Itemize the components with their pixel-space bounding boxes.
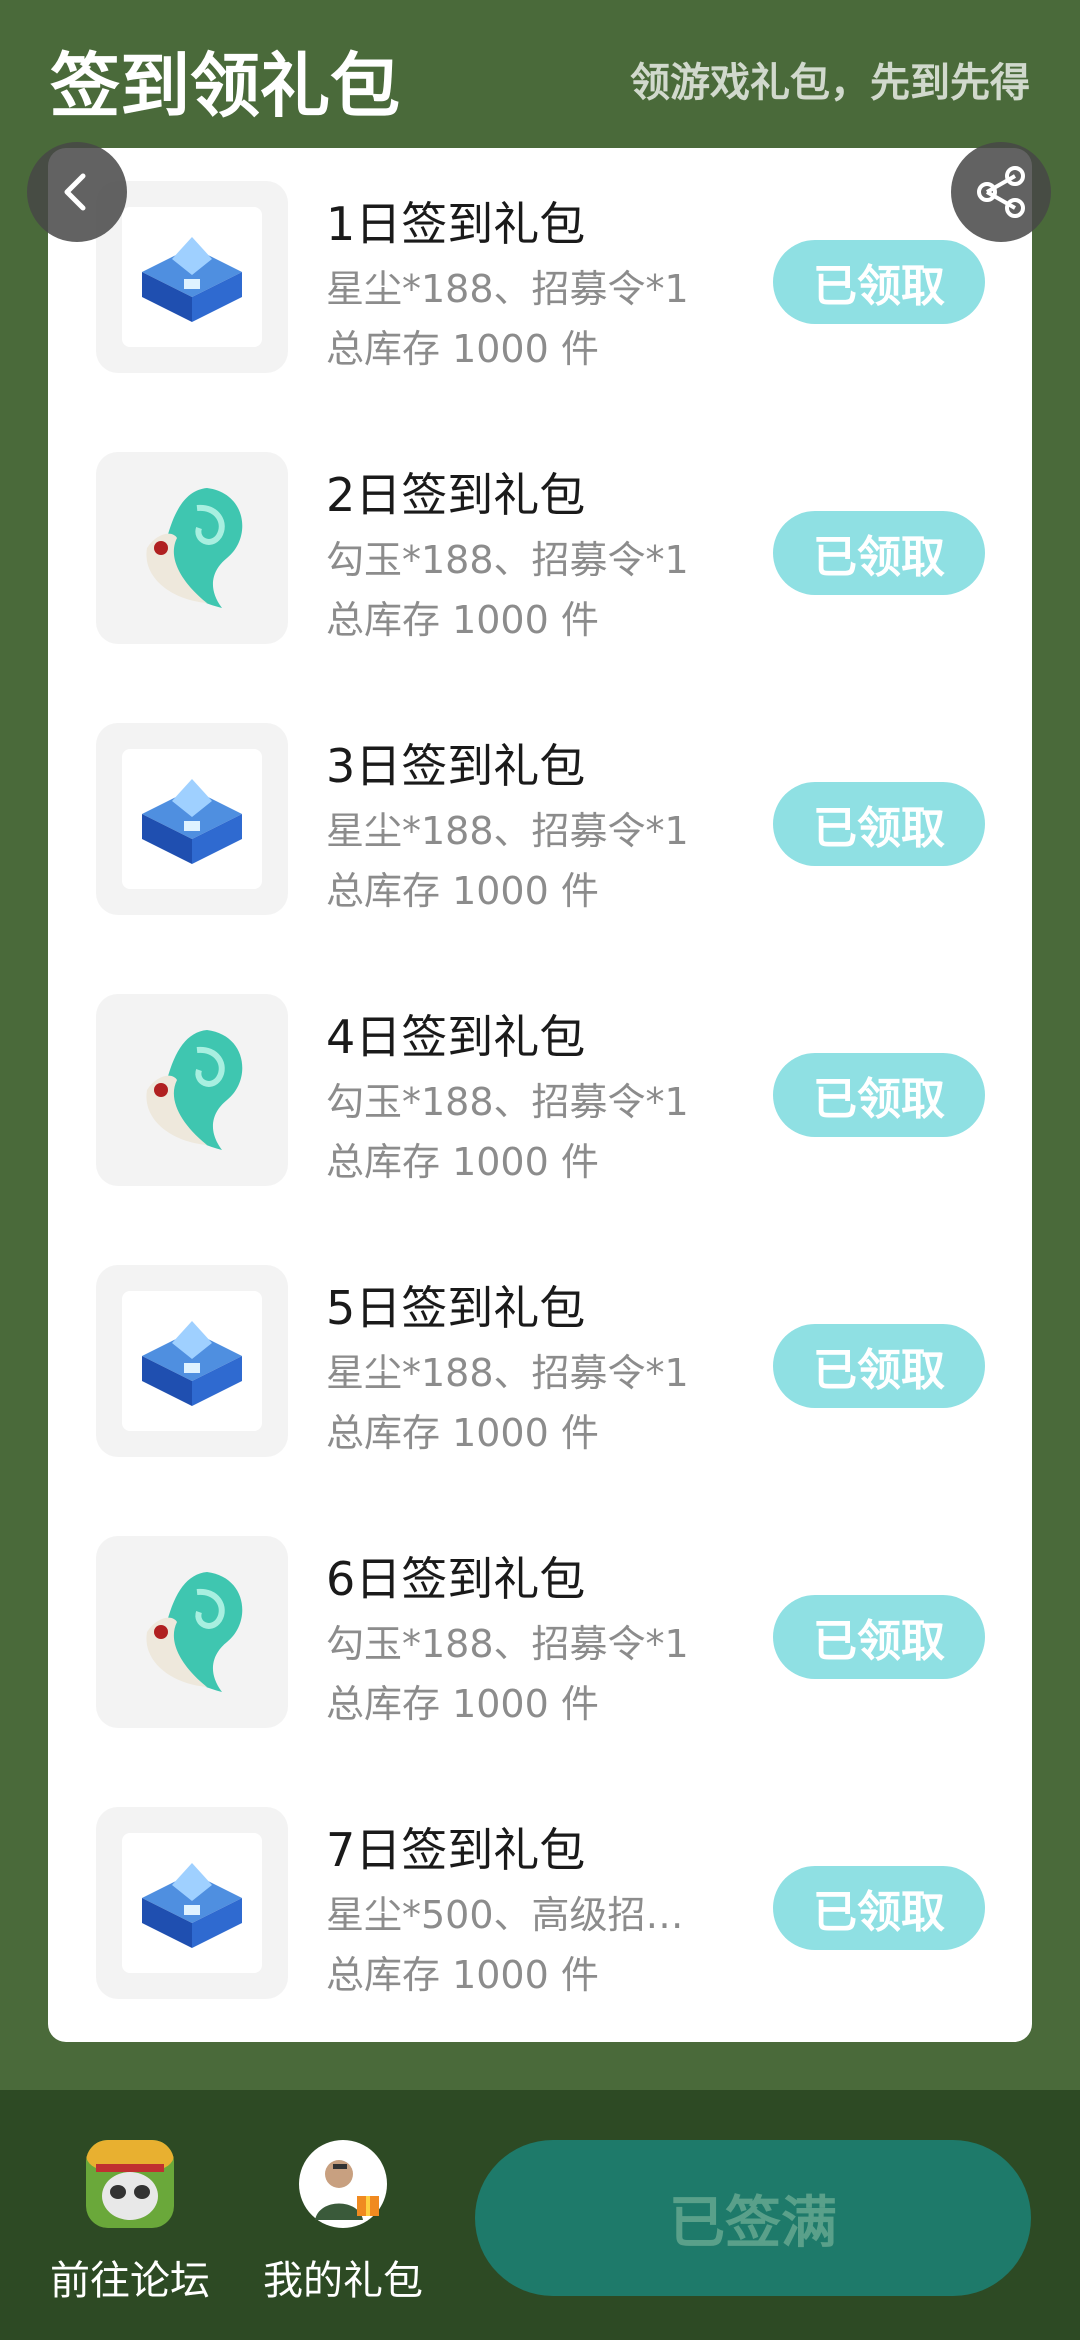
gift-thumbnail [96, 1265, 288, 1457]
user-avatar-icon [299, 2140, 387, 2228]
claimed-button[interactable]: 已领取 [773, 1324, 985, 1408]
forum-label: 前往论坛 [50, 2258, 210, 2304]
gift-row-day-3: 3日签到礼包 星尘*188、招募令*1 总库存 1000 件 已领取 [48, 690, 1032, 960]
jade-magatama-icon [146, 1030, 243, 1150]
header: 签到领礼包 领游戏礼包，先到先得 [0, 0, 1080, 150]
blue-chest-icon [142, 1863, 242, 1948]
claimed-button[interactable]: 已领取 [773, 1595, 985, 1679]
gift-title: 3日签到礼包 [326, 739, 586, 793]
gift-stock: 总库存 1000 件 [326, 869, 599, 913]
gift-thumbnail [96, 452, 288, 644]
gift-title: 6日签到礼包 [326, 1552, 586, 1606]
gift-stock: 总库存 1000 件 [326, 598, 599, 642]
gift-stock: 总库存 1000 件 [326, 1411, 599, 1455]
claimed-button[interactable]: 已领取 [773, 1053, 985, 1137]
gift-contents: 星尘*188、招募令*1 [326, 267, 689, 311]
claimed-button[interactable]: 已领取 [773, 511, 985, 595]
gift-contents: 勾玉*188、招募令*1 [326, 538, 689, 582]
gift-list-card: 1日签到礼包 星尘*188、招募令*1 总库存 1000 件 已领取 2日签到礼… [48, 148, 1032, 2042]
gift-thumbnail [96, 1536, 288, 1728]
gift-title: 1日签到礼包 [326, 197, 586, 251]
gift-contents: 星尘*188、招募令*1 [326, 809, 689, 853]
chevron-left-icon [64, 173, 86, 211]
gift-contents: 星尘*188、招募令*1 [326, 1351, 689, 1395]
claimed-button[interactable]: 已领取 [773, 782, 985, 866]
share-icon [977, 166, 1025, 218]
gift-title: 5日签到礼包 [326, 1281, 586, 1335]
share-button[interactable] [951, 142, 1051, 242]
gift-row-day-5: 5日签到礼包 星尘*188、招募令*1 总库存 1000 件 已领取 [48, 1232, 1032, 1502]
page-title: 签到领礼包 [50, 45, 400, 127]
jade-magatama-icon [146, 1572, 243, 1692]
my-gifts-link[interactable]: 我的礼包 [253, 2140, 433, 2306]
gift-thumbnail [96, 723, 288, 915]
blue-chest-icon [142, 237, 242, 322]
gift-stock: 总库存 1000 件 [326, 1140, 599, 1184]
back-button[interactable] [27, 142, 127, 242]
blue-chest-icon [142, 1321, 242, 1406]
gift-thumbnail [96, 1807, 288, 1999]
claimed-button[interactable]: 已领取 [773, 1866, 985, 1950]
gift-stock: 总库存 1000 件 [326, 1682, 599, 1726]
gift-title: 4日签到礼包 [326, 1010, 586, 1064]
my-gifts-label: 我的礼包 [263, 2258, 423, 2304]
gift-row-day-1: 1日签到礼包 星尘*188、招募令*1 总库存 1000 件 已领取 [48, 148, 1032, 418]
gift-row-day-4: 4日签到礼包 勾玉*188、招募令*1 总库存 1000 件 已领取 [48, 961, 1032, 1231]
jade-magatama-icon [146, 488, 243, 608]
gift-stock: 总库存 1000 件 [326, 327, 599, 371]
gift-thumbnail [96, 994, 288, 1186]
game-app-icon [86, 2140, 174, 2228]
bottom-bar: 前往论坛 我的礼包 已签满 [0, 2090, 1080, 2340]
signed-full-button[interactable]: 已签满 [475, 2140, 1031, 2296]
gift-title: 2日签到礼包 [326, 468, 586, 522]
gift-contents: 星尘*500、高级招… [326, 1893, 684, 1937]
gift-row-day-2: 2日签到礼包 勾玉*188、招募令*1 总库存 1000 件 已领取 [48, 419, 1032, 689]
gift-contents: 勾玉*188、招募令*1 [326, 1080, 689, 1124]
gift-row-day-6: 6日签到礼包 勾玉*188、招募令*1 总库存 1000 件 已领取 [48, 1503, 1032, 1773]
forum-link[interactable]: 前往论坛 [40, 2140, 220, 2306]
page-subtitle: 领游戏礼包，先到先得 [630, 60, 1030, 106]
blue-chest-icon [142, 779, 242, 864]
gift-stock: 总库存 1000 件 [326, 1953, 599, 1997]
gift-contents: 勾玉*188、招募令*1 [326, 1622, 689, 1666]
claimed-button[interactable]: 已领取 [773, 240, 985, 324]
gift-title: 7日签到礼包 [326, 1823, 586, 1877]
gift-thumbnail [96, 181, 288, 373]
gift-row-day-7: 7日签到礼包 星尘*500、高级招… 总库存 1000 件 已领取 [48, 1774, 1032, 2044]
